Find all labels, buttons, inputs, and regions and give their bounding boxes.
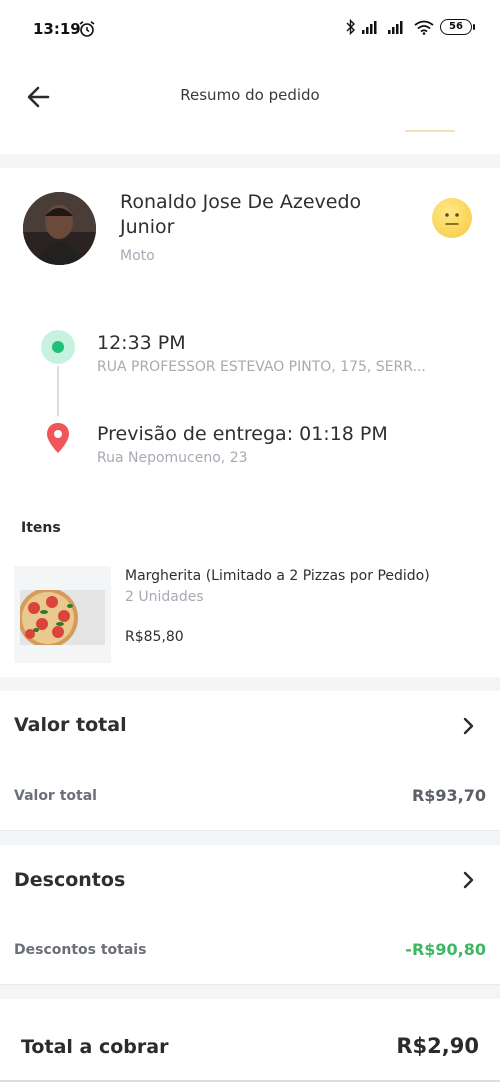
discount-label: Descontos totais: [14, 942, 147, 958]
courier-avatar: [23, 192, 96, 265]
origin-address: RUA PROFESSOR ESTEVAO PINTO, 175, SERR..…: [97, 359, 426, 375]
chevron-right-icon[interactable]: [458, 870, 478, 890]
neutral-face-emoji-icon[interactable]: [432, 198, 472, 238]
origin-time: 12:33 PM: [97, 332, 186, 354]
alarm-clock-icon: [79, 21, 95, 37]
list-item: Margherita (Limitado a 2 Pizzas por Pedi…: [0, 563, 500, 665]
delivery-estimate: Previsão de entrega: 01:18 PM: [97, 423, 388, 445]
courier-card: Ronaldo Jose De Azevedo Junior Moto: [0, 168, 500, 288]
origin-dot-icon: [41, 330, 75, 364]
status-bar: 13:19 56: [0, 0, 500, 62]
section-divider: [0, 985, 500, 999]
discount-section-title[interactable]: Descontos: [14, 869, 125, 891]
courier-name: Ronaldo Jose De Azevedo Junior: [120, 191, 362, 238]
page-title: Resumo do pedido: [180, 86, 320, 104]
items-header: Itens: [21, 520, 61, 536]
total-label: Valor total: [14, 788, 97, 804]
wifi-icon: [414, 20, 434, 35]
timeline-connector: [57, 366, 59, 416]
tab-indicator: [405, 130, 455, 132]
signal-icon: [362, 21, 377, 34]
delivery-timeline: 12:33 PM RUA PROFESSOR ESTEVAO PINTO, 17…: [0, 320, 500, 480]
item-quantity: 2 Unidades: [125, 589, 204, 605]
section-divider: [0, 154, 500, 168]
destination-address: Rua Nepomuceno, 23: [97, 450, 248, 466]
grand-total-value: R$2,90: [396, 1034, 479, 1058]
item-price: R$85,80: [125, 629, 184, 645]
chevron-right-icon[interactable]: [458, 716, 478, 736]
item-name: Margherita (Limitado a 2 Pizzas por Pedi…: [125, 568, 430, 584]
pizza-image: [20, 590, 105, 645]
section-divider: [0, 677, 500, 691]
discount-value: -R$90,80: [405, 940, 486, 959]
section-divider: [0, 831, 500, 845]
grand-total-label: Total a cobrar: [21, 1036, 169, 1058]
location-pin-icon: [47, 423, 69, 453]
signal-icon-2: [388, 21, 403, 34]
courier-vehicle: Moto: [120, 248, 155, 264]
total-value: R$93,70: [411, 786, 486, 805]
status-icons: 56: [346, 19, 475, 35]
status-time: 13:19: [33, 20, 81, 38]
item-image: [14, 566, 111, 663]
app-header: Resumo do pedido: [0, 62, 500, 132]
avatar-portrait: [23, 192, 96, 265]
bluetooth-icon: [346, 19, 355, 35]
total-section-title[interactable]: Valor total: [14, 714, 127, 736]
battery-indicator: 56: [440, 19, 475, 35]
